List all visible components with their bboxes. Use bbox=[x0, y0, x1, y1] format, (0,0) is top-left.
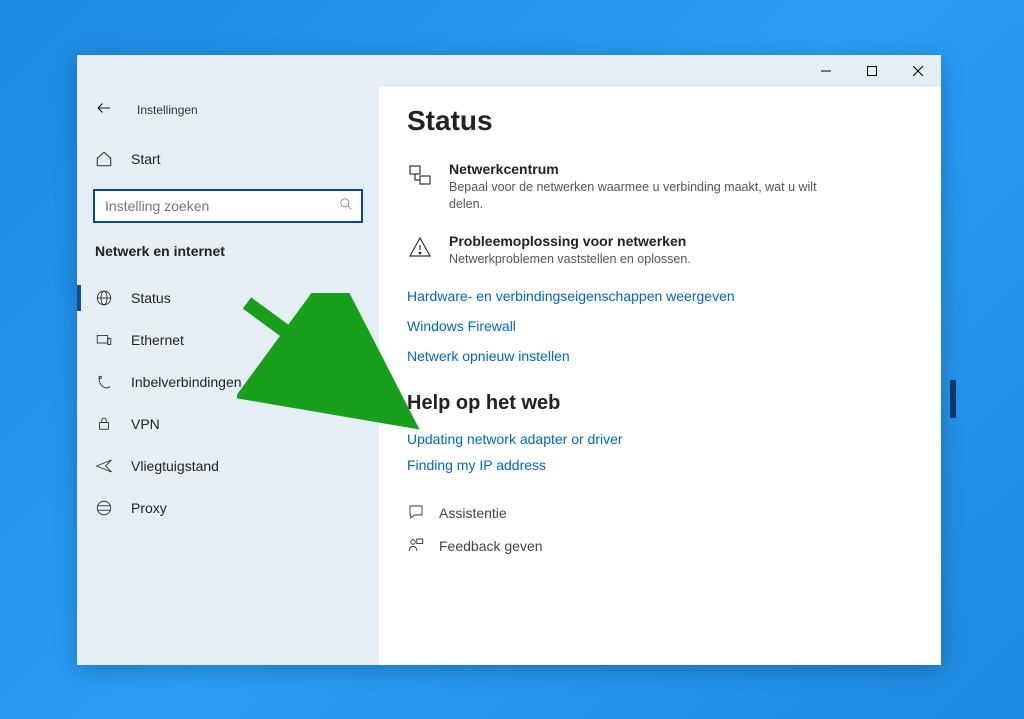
nav-item-status[interactable]: Status bbox=[77, 277, 379, 319]
nav-label: VPN bbox=[131, 416, 160, 432]
maximize-button[interactable] bbox=[849, 55, 895, 87]
home-icon bbox=[95, 150, 113, 168]
help-heading: Help op het web bbox=[407, 392, 913, 415]
nav-item-vpn[interactable]: VPN bbox=[77, 403, 379, 445]
footer-feedback[interactable]: Feedback geven bbox=[407, 536, 913, 557]
ethernet-icon bbox=[95, 331, 113, 349]
nav-label: Inbelverbindingen bbox=[131, 374, 242, 390]
nav-label: Proxy bbox=[131, 500, 167, 516]
minimize-button[interactable] bbox=[803, 55, 849, 87]
back-button[interactable] bbox=[95, 99, 113, 122]
settings-links: Hardware- en verbindingseigenschappen we… bbox=[407, 288, 913, 364]
proxy-icon bbox=[95, 499, 113, 517]
network-center-icon bbox=[407, 161, 433, 213]
person-chat-icon bbox=[407, 536, 425, 557]
main-pane: Status Netwerkcentrum Bepaal voor de net… bbox=[379, 87, 941, 665]
entry-title: Netwerkcentrum bbox=[449, 161, 849, 177]
footer-links: Assistentie Feedback geven bbox=[407, 503, 913, 557]
home-row[interactable]: Start bbox=[77, 139, 379, 179]
airplane-icon bbox=[95, 457, 113, 475]
desktop-accent bbox=[950, 380, 956, 418]
globe-icon bbox=[95, 289, 113, 307]
home-label: Start bbox=[131, 151, 161, 167]
entry-troubleshoot[interactable]: Probleemoplossing voor netwerken Netwerk… bbox=[407, 233, 913, 268]
nav-item-airplane[interactable]: Vliegtuigstand bbox=[77, 445, 379, 487]
entry-desc: Bepaal voor de netwerken waarmee u verbi… bbox=[449, 179, 849, 213]
footer-label: Feedback geven bbox=[439, 538, 543, 554]
window-controls bbox=[803, 55, 941, 87]
link-network-reset[interactable]: Netwerk opnieuw instellen bbox=[407, 348, 913, 364]
page-title: Status bbox=[407, 105, 913, 137]
help-link-find-ip[interactable]: Finding my IP address bbox=[407, 457, 913, 473]
vpn-icon bbox=[95, 415, 113, 433]
sidebar-section-title: Netwerk en internet bbox=[77, 229, 379, 269]
entry-network-center[interactable]: Netwerkcentrum Bepaal voor de netwerken … bbox=[407, 161, 913, 213]
nav-item-dialup[interactable]: Inbelverbindingen bbox=[77, 361, 379, 403]
dialup-icon bbox=[95, 373, 113, 391]
search-input[interactable] bbox=[105, 198, 339, 214]
app-title: Instellingen bbox=[137, 103, 198, 117]
nav-label: Ethernet bbox=[131, 332, 184, 348]
nav-label: Status bbox=[131, 290, 171, 306]
footer-label: Assistentie bbox=[439, 505, 507, 521]
warning-icon bbox=[407, 233, 433, 268]
help-links: Updating network adapter or driver Findi… bbox=[407, 431, 913, 473]
search-box[interactable] bbox=[93, 189, 363, 223]
nav-item-proxy[interactable]: Proxy bbox=[77, 487, 379, 529]
nav-item-ethernet[interactable]: Ethernet bbox=[77, 319, 379, 361]
close-button[interactable] bbox=[895, 55, 941, 87]
help-link-update-adapter[interactable]: Updating network adapter or driver bbox=[407, 431, 913, 447]
link-windows-firewall[interactable]: Windows Firewall bbox=[407, 318, 913, 334]
nav-label: Vliegtuigstand bbox=[131, 458, 219, 474]
chat-icon bbox=[407, 503, 425, 524]
entry-title: Probleemoplossing voor netwerken bbox=[449, 233, 691, 249]
sidebar: Instellingen Start Netwerk en internet S… bbox=[77, 87, 379, 665]
entry-desc: Netwerkproblemen vaststellen en oplossen… bbox=[449, 251, 691, 268]
settings-window: Instellingen Start Netwerk en internet S… bbox=[77, 55, 941, 665]
search-icon bbox=[339, 197, 353, 216]
titlebar bbox=[77, 55, 941, 87]
sidebar-nav: Status Ethernet Inbelverbindingen VPN Vl… bbox=[77, 277, 379, 529]
link-hardware-properties[interactable]: Hardware- en verbindingseigenschappen we… bbox=[407, 288, 913, 304]
footer-assist[interactable]: Assistentie bbox=[407, 503, 913, 524]
